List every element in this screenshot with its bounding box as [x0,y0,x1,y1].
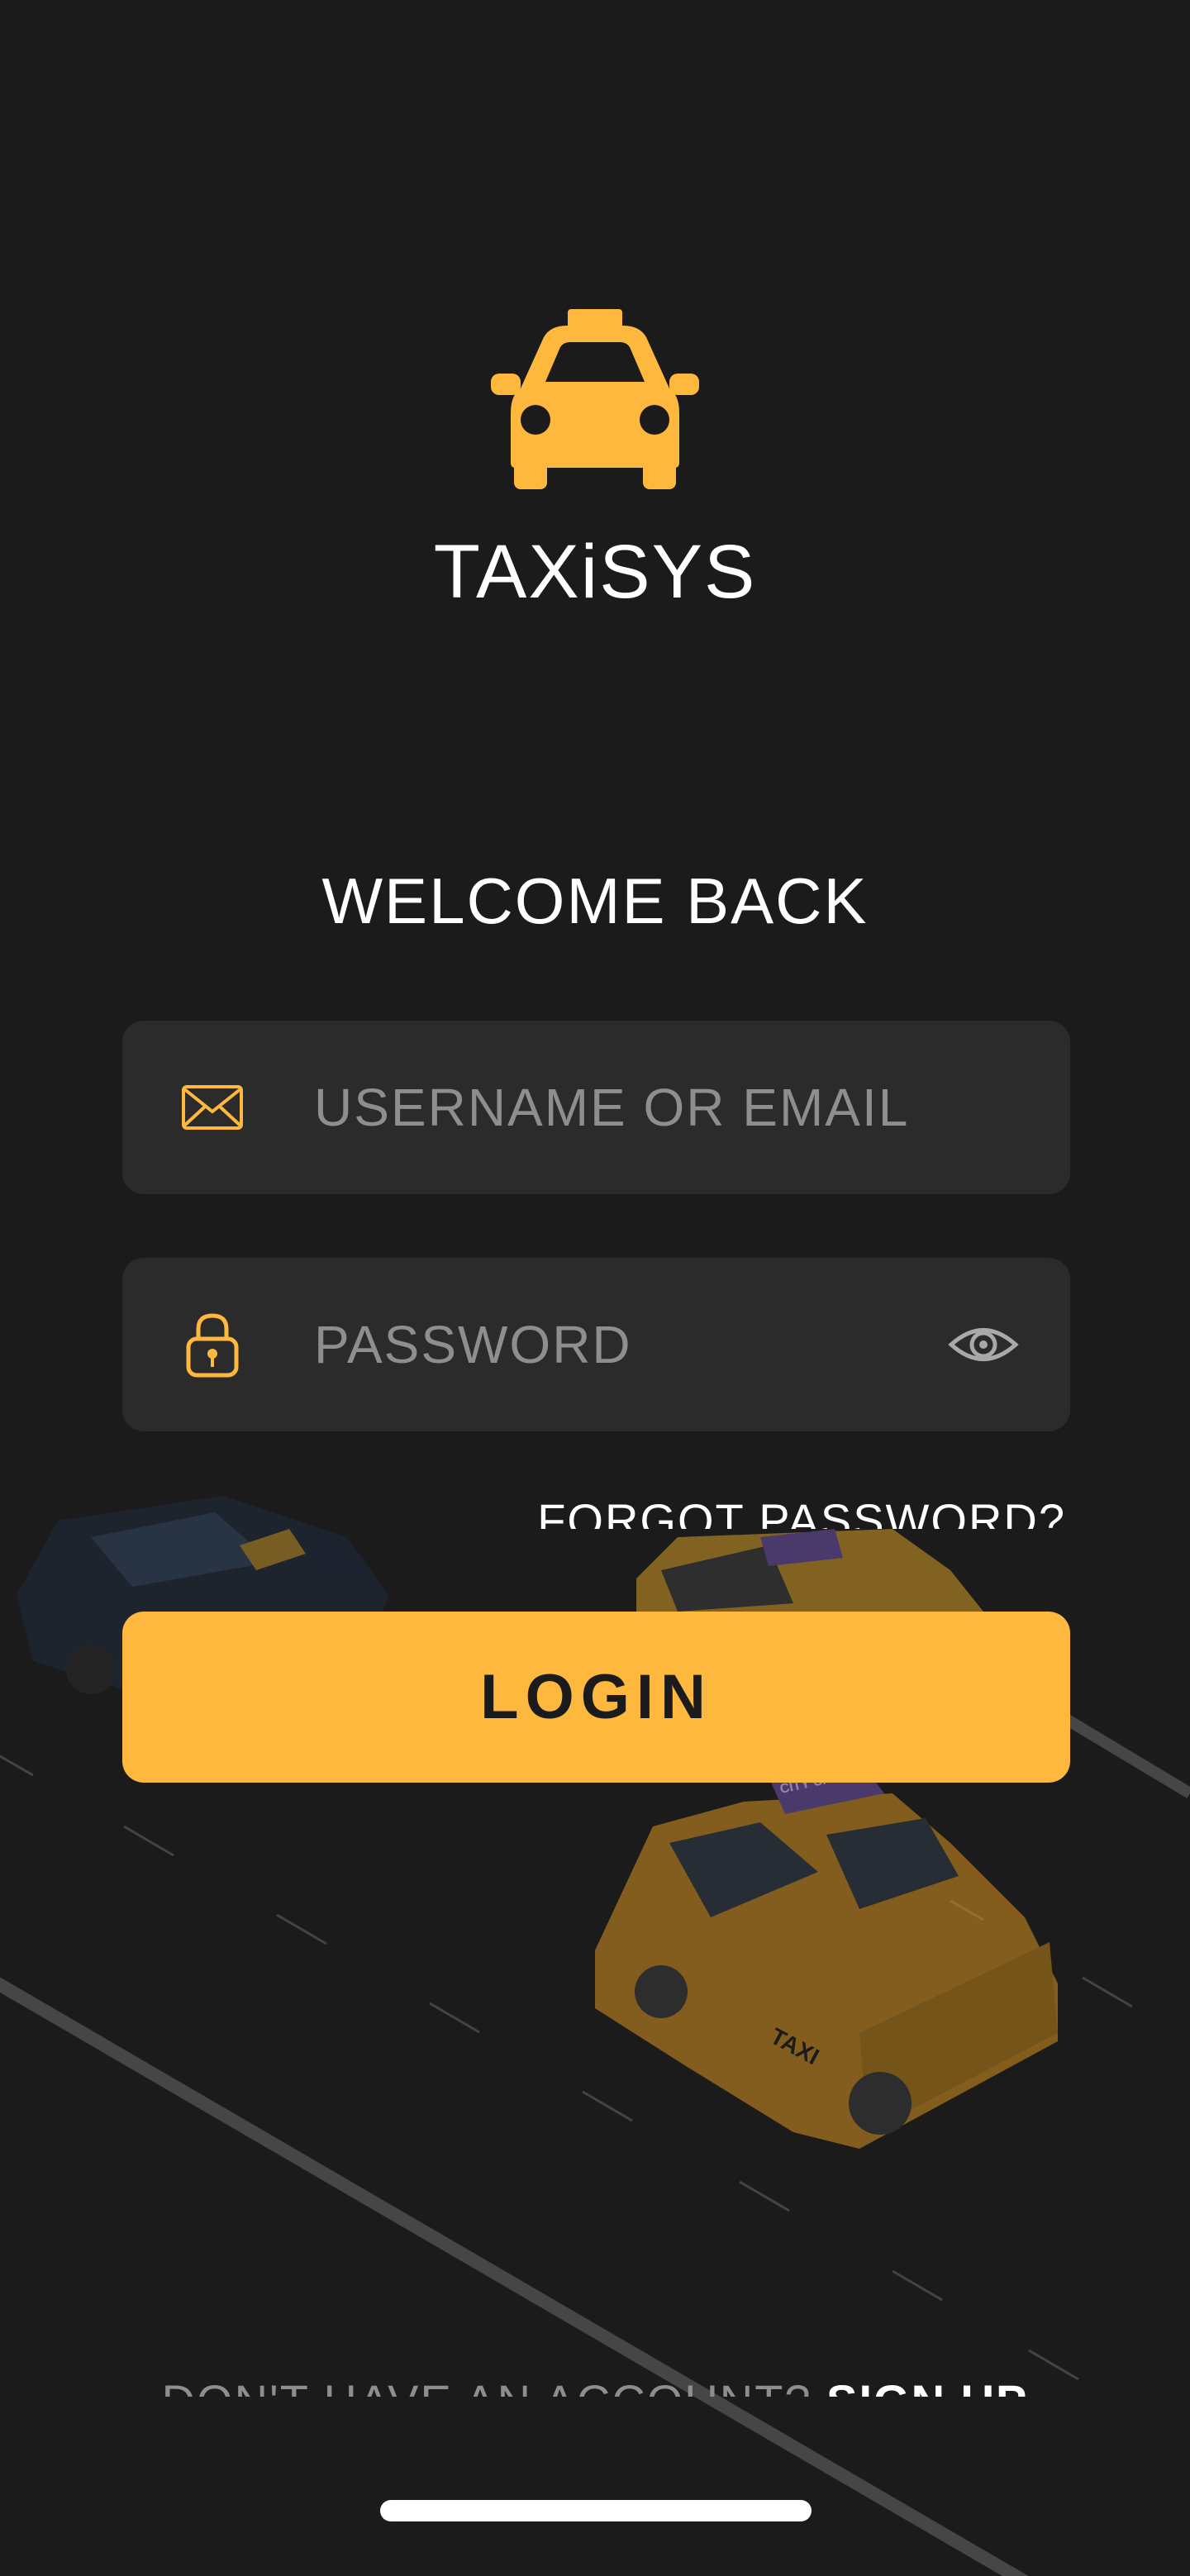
forgot-password-link[interactable]: FORGOT PASSWORD? [537,1488,1066,1529]
welcome-title: WELCOME BACK [321,864,869,937]
signup-prompt: DON'T HAVE AN ACCOUNT? [162,2375,827,2397]
username-input[interactable] [314,1021,942,1194]
login-button[interactable]: LOGIN [122,1612,1070,1783]
signup-link[interactable]: SIGN UP [826,2375,1028,2397]
signup-container: DON'T HAVE AN ACCOUNT? SIGN UP [0,2364,1190,2397]
forgot-password-container: FORGOT PASSWORD? [537,1488,1066,1529]
password-field[interactable] [122,1258,1070,1431]
envelope-icon [182,1085,243,1130]
taxi-logo-icon [491,309,699,489]
password-input[interactable] [314,1258,942,1431]
signup-line: DON'T HAVE AN ACCOUNT? SIGN UP [162,2369,1029,2397]
brand-name: TAXiSYS [433,530,757,614]
eye-icon[interactable] [946,1307,1021,1382]
login-screen: TAXI CITY CAB TAXiSYS WELCOME BACK USERN… [0,0,1190,2576]
taxi-cab-illustration: TAXI CITY CAB [595,1760,1058,2149]
road-lines [0,1713,1190,2576]
padlock-icon [186,1313,239,1378]
taxi-road-illustration: TAXI CITY CAB [0,1496,1190,2576]
username-field[interactable] [122,1021,1070,1194]
home-indicator [380,2500,812,2521]
